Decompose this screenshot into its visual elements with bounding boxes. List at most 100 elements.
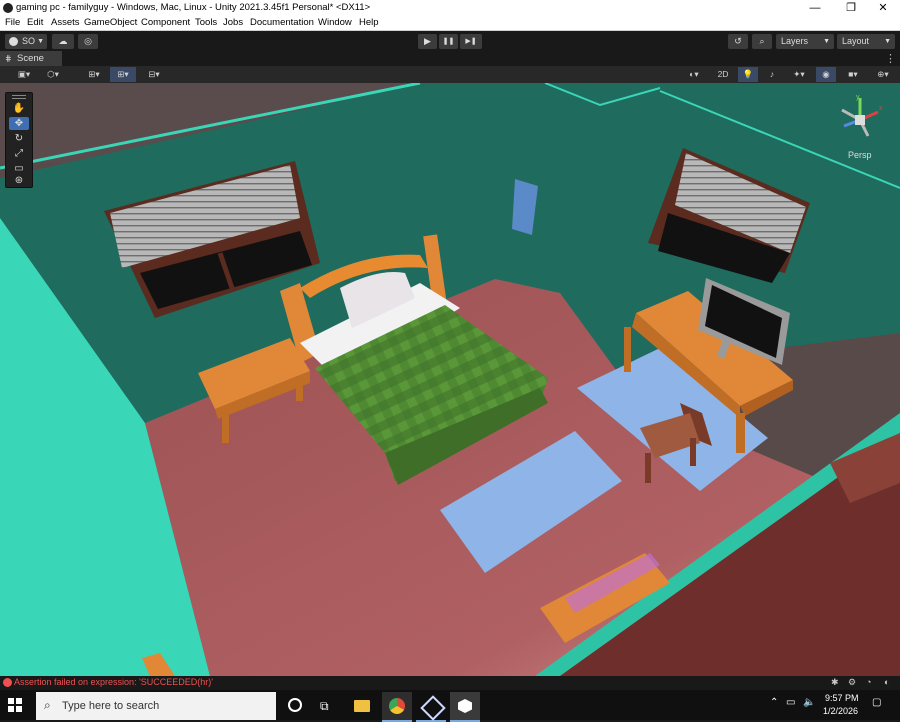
layers-label: Layers — [781, 36, 809, 46]
shading-dropdown[interactable]: ◐▾ — [682, 67, 706, 82]
transform-icon: ⊛ — [14, 175, 24, 186]
menu-tools[interactable]: Tools — [195, 17, 217, 28]
globe-icon: ⊕▾ — [877, 69, 889, 79]
cortana-icon — [288, 698, 302, 712]
render-mode-dropdown[interactable]: ⬡▾ — [40, 67, 66, 82]
step-button[interactable]: ▶❚ — [460, 34, 482, 49]
layout-dropdown[interactable]: Layout ▼ — [837, 34, 895, 49]
panel-drag-handle[interactable] — [12, 95, 26, 99]
search-icon: ⌕ — [759, 36, 765, 46]
task-view-button[interactable]: ⧉ — [312, 692, 342, 720]
unity-hub-icon — [420, 695, 446, 721]
status-message[interactable]: Assertion failed on expression: 'SUCCEED… — [14, 677, 213, 687]
scene-render — [0, 83, 900, 676]
volume-icon[interactable]: 🔈 — [803, 697, 815, 708]
history-button[interactable]: ↺ — [728, 34, 748, 49]
sphere-icon: ◐▾ — [689, 69, 699, 79]
persp-label[interactable]: Persp — [848, 150, 872, 160]
task-view-icon: ⧉ — [320, 699, 329, 713]
clock-date[interactable]: 1/2/2026 — [823, 706, 858, 716]
svg-text:y: y — [856, 94, 860, 101]
clock-time[interactable]: 9:57 PM — [825, 693, 859, 703]
hand-tool-button[interactable]: ✋ — [9, 102, 29, 115]
cloud-button[interactable]: ☁ — [52, 34, 74, 49]
tab-bar: ⋕ Scene ⋮ — [0, 51, 900, 66]
windows-start-icon[interactable] — [8, 698, 22, 712]
orientation-gizmo[interactable]: y x — [832, 92, 888, 148]
effects-icon: ✦▾ — [793, 69, 805, 79]
hidden-objects-toggle[interactable]: ◉ — [816, 67, 836, 82]
notification-icon[interactable]: ◐ — [884, 677, 889, 687]
menu-bar: File Edit Assets GameObject Component To… — [0, 16, 900, 31]
network-icon[interactable]: ▭ — [786, 697, 795, 708]
menu-window[interactable]: Window — [318, 17, 352, 28]
window-title: gaming pc - familyguy - Windows, Mac, Li… — [16, 2, 371, 13]
chrome-button[interactable] — [382, 692, 412, 722]
file-explorer-button[interactable] — [348, 692, 378, 720]
rotate-tool-button[interactable]: ↻ — [9, 132, 29, 145]
cortana-button[interactable] — [280, 692, 310, 720]
increment-snap-dropdown[interactable]: ⊟▾ — [142, 67, 166, 82]
audio-toggle[interactable]: ♪ — [762, 67, 782, 82]
rect-tool-button[interactable]: ▭ — [9, 162, 29, 175]
hand-icon: ✋ — [12, 103, 26, 114]
notification-center-icon[interactable]: ▢ — [872, 697, 881, 708]
toggle-2d-button[interactable]: 2D — [712, 67, 734, 82]
lighting-toggle[interactable]: 💡 — [738, 67, 758, 82]
unity-hub-button[interactable] — [416, 692, 446, 722]
scene-view[interactable]: ✋ ✥ ↻ ⤢ ▭ ⊛ y x Persp — [0, 83, 900, 676]
tab-scene[interactable]: ⋕ Scene — [0, 51, 62, 66]
unity-editor-button[interactable] — [450, 692, 480, 722]
pause-button[interactable]: ❚❚ — [439, 34, 458, 49]
scale-tool-button[interactable]: ⤢ — [9, 147, 29, 160]
snap-icon: ⊟▾ — [148, 69, 160, 79]
scale-icon: ⤢ — [15, 148, 23, 159]
menu-file[interactable]: File — [5, 17, 20, 28]
layers-dropdown[interactable]: Layers ▼ — [776, 34, 834, 49]
error-icon — [3, 678, 12, 687]
eye-slash-icon: ◉ — [822, 69, 830, 79]
effects-dropdown[interactable]: ✦▾ — [786, 67, 812, 82]
settings-icon[interactable]: ⚙ — [848, 677, 856, 688]
transform-tool-button[interactable]: ⊛ — [9, 175, 29, 186]
close-button[interactable]: ✕ — [866, 0, 900, 16]
tab-menu-button[interactable]: ⋮ — [885, 52, 896, 65]
status-bar[interactable]: Assertion failed on expression: 'SUCCEED… — [0, 676, 900, 690]
scene-toolbar: ▣▾ ⬡▾ ⊞▾ ⊞▾ ⊟▾ ◐▾ 2D 💡 ♪ ✦▾ ◉ ■▾ ⊕▾ — [0, 66, 900, 84]
audio-icon: ♪ — [769, 69, 775, 79]
taskbar-search-box[interactable]: ⌕ Type here to search — [36, 692, 276, 720]
draw-mode-dropdown[interactable]: ▣▾ — [12, 67, 36, 82]
search-icon: ⌕ — [44, 698, 51, 712]
menu-documentation[interactable]: Documentation — [250, 17, 314, 28]
pivot-dropdown[interactable]: ⊞▾ — [82, 67, 106, 82]
camera-dropdown[interactable]: ■▾ — [840, 67, 866, 82]
bug-icon[interactable]: ✱ — [831, 677, 839, 688]
account-label: SO — [22, 36, 36, 46]
menu-assets[interactable]: Assets — [51, 17, 80, 28]
restore-button[interactable]: ❐ — [834, 0, 868, 16]
menu-jobs[interactable]: Jobs — [223, 17, 243, 28]
minimize-button[interactable]: — — [798, 0, 832, 16]
menu-gameobject[interactable]: GameObject — [84, 17, 137, 28]
menu-edit[interactable]: Edit — [27, 17, 43, 28]
play-button[interactable]: ▶ — [418, 34, 437, 49]
grid-snap-dropdown[interactable]: ⊞▾ — [110, 67, 136, 82]
chevron-up-icon[interactable]: ⌃ — [770, 697, 778, 708]
tools-panel: ✋ ✥ ↻ ⤢ ▭ ⊛ — [5, 92, 33, 188]
progress-icon[interactable]: ◔ — [866, 677, 871, 687]
gizmos-dropdown[interactable]: ⊕▾ — [870, 67, 896, 82]
account-dropdown[interactable]: SO ▼ — [5, 34, 47, 49]
collab-icon: ◎ — [84, 36, 92, 46]
menu-help[interactable]: Help — [359, 17, 379, 28]
search-button[interactable]: ⌕ — [752, 34, 772, 49]
collab-button[interactable]: ◎ — [78, 34, 98, 49]
windows-taskbar: ⌕ Type here to search ⧉ ⌃ ▭ 🔈 9:57 PM 1/… — [0, 690, 900, 722]
menu-component[interactable]: Component — [141, 17, 190, 28]
rect-icon: ▭ — [14, 163, 24, 174]
unity-logo-icon — [3, 3, 13, 13]
shaded-icon: ▣▾ — [17, 69, 31, 79]
move-tool-button[interactable]: ✥ — [9, 117, 29, 130]
chevron-down-icon: ▼ — [884, 38, 891, 45]
camera-icon: ■▾ — [848, 69, 858, 79]
move-icon: ✥ — [14, 118, 24, 129]
